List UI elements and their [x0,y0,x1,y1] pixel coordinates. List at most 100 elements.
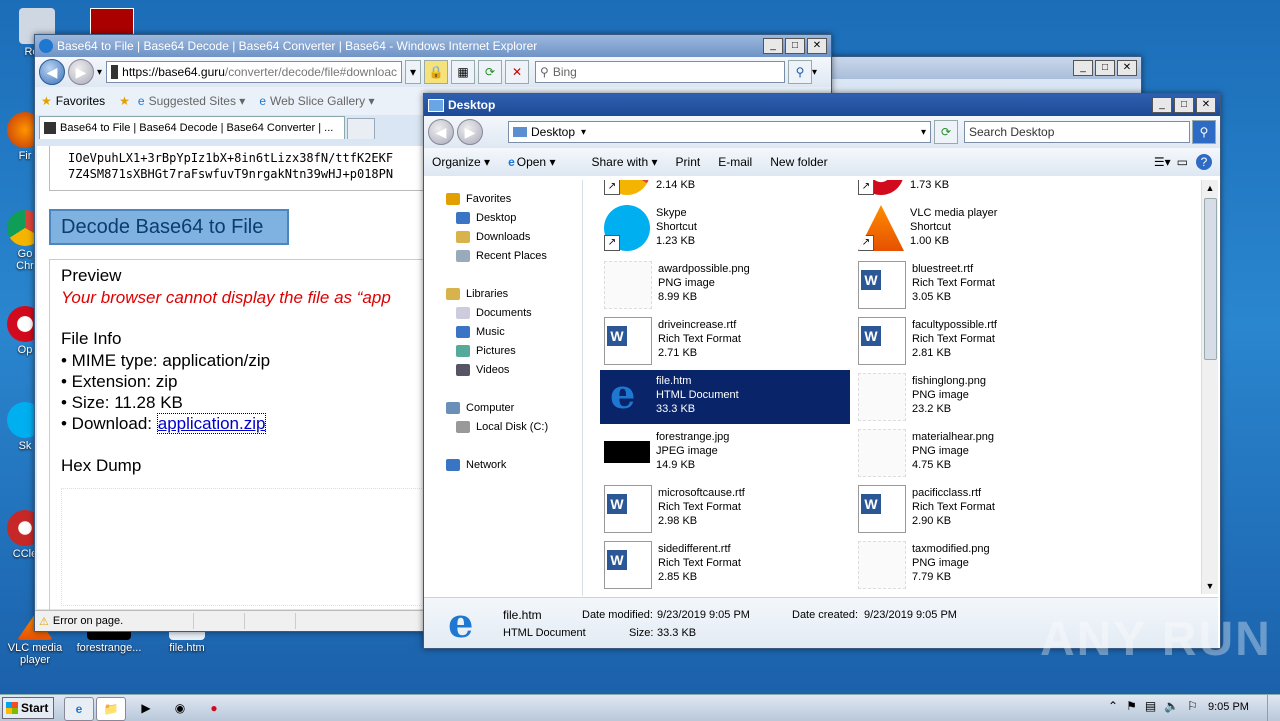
action-center-icon[interactable]: ⚑ [1126,699,1137,713]
lock-icon[interactable]: 🔒 [424,60,449,84]
preview-pane-icon[interactable]: ▭ [1177,155,1188,169]
list-item[interactable]: driveincrease.rtf Rich Text Format 2.71 KB [600,314,850,368]
taskbar-ie-button[interactable]: e [64,697,94,721]
nav-documents[interactable]: Documents [456,304,532,322]
explorer-window[interactable]: Desktop _ □ ✕ ◀ ▶ Desktop ▾ ▾ ⟳ Search D… [423,93,1221,649]
browser-tab[interactable]: Base64 to File | Base64 Decode | Base64 … [39,116,345,139]
nav-libraries[interactable]: Libraries [446,285,508,303]
list-item[interactable]: Skype Shortcut 1.23 KB [600,202,850,256]
scroll-up-arrow[interactable]: ▲ [1202,180,1218,196]
network-icon[interactable]: ▤ [1145,699,1156,713]
background-window[interactable]: _ □ ✕ [828,56,1142,98]
address-dropdown[interactable]: ▾ [405,60,422,84]
volume-icon[interactable]: 🔈 [1164,699,1179,713]
open-menu[interactable]: e Open ▾ [508,155,573,169]
base64-textarea[interactable]: IOeVpuhLX1+3rBpYpIz1bX+8in6tLizx38fN/ttf… [49,146,469,191]
flag-icon[interactable]: ⚐ [1187,699,1198,713]
list-item[interactable]: VLC media player Shortcut 1.00 KB [854,202,1104,256]
search-options-dropdown[interactable]: ▾ [812,67,817,78]
list-item[interactable]: awardpossible.png PNG image 8.99 KB [600,258,850,312]
nav-pictures[interactable]: Pictures [456,342,516,360]
nav-music[interactable]: Music [456,323,505,341]
organize-menu[interactable]: Organize ▾ [432,155,490,169]
list-item[interactable]: 2.14 KB [600,180,850,200]
back-button[interactable]: ◀ [428,119,454,145]
list-item[interactable]: taxmodified.png PNG image 7.79 KB [854,538,1104,592]
view-options-icon[interactable]: ☰▾ [1154,155,1171,169]
list-item[interactable]: fishinglong.png PNG image 23.2 KB [854,370,1104,424]
list-item[interactable]: materialhear.png PNG image 4.75 KB [854,426,1104,480]
recent-pages-dropdown[interactable]: ▾ [97,67,102,78]
show-desktop-button[interactable] [1267,695,1280,721]
download-link[interactable]: application.zip [156,413,267,434]
web-slice-gallery-link[interactable]: Web Slice Gallery ▾ [270,94,375,108]
search-icon[interactable]: ⚲ [1192,120,1216,144]
search-go-button[interactable]: ⚲ [788,60,813,84]
nav-favorites[interactable]: Favorites [446,190,511,208]
list-item[interactable]: pacificclass.rtf Rich Text Format 2.90 KB [854,482,1104,536]
compat-view-icon[interactable]: ▦ [451,60,476,84]
scroll-thumb[interactable] [1204,198,1217,360]
minimize-button[interactable]: _ [763,38,783,54]
taskbar-explorer-button[interactable]: 📁 [96,697,126,721]
forward-button[interactable]: ▶ [68,59,94,85]
list-item[interactable]: sidedifferent.rtf Rich Text Format 2.85 KB [600,538,850,592]
list-item[interactable]: forestrange.jpg JPEG image 14.9 KB [600,426,850,480]
show-hidden-icons[interactable]: ⌃ [1108,699,1118,713]
address-history-dropdown[interactable]: ▾ [921,127,926,138]
nav-videos[interactable]: Videos [456,361,509,379]
print-button[interactable]: Print [676,155,701,169]
refresh-icon[interactable]: ⟳ [478,60,503,84]
file-name: taxmodified.png [912,543,990,555]
file-size: 3.05 KB [912,291,952,303]
taskbar-opera-button[interactable]: ● [200,697,228,719]
nav-downloads[interactable]: Downloads [456,228,530,246]
nav-computer[interactable]: Computer [446,399,514,417]
forward-button[interactable]: ▶ [457,119,483,145]
maximize-button[interactable]: □ [1095,60,1115,76]
search-input[interactable]: ⚲ Bing [535,61,786,83]
add-favorite-icon[interactable]: ★ [119,94,130,108]
list-item-selected[interactable]: file.htm HTML Document 33.3 KB [600,370,850,424]
email-button[interactable]: E-mail [718,155,752,169]
favorites-button[interactable]: Favorites [56,94,105,108]
vertical-scrollbar[interactable]: ▲ ▼ [1201,180,1218,594]
file-type: Shortcut [910,221,951,233]
maximize-button[interactable]: □ [1174,97,1194,113]
minimize-button[interactable]: _ [1073,60,1093,76]
new-tab-button[interactable] [347,118,375,139]
ie-titlebar[interactable]: Base64 to File | Base64 Decode | Base64 … [35,35,831,57]
refresh-button[interactable]: ⟳ [934,120,958,144]
decode-button[interactable]: Decode Base64 to File [49,209,289,245]
maximize-button[interactable]: □ [785,38,805,54]
back-button[interactable]: ◀ [39,59,65,85]
list-item[interactable]: facultypossible.rtf Rich Text Format 2.81 … [854,314,1104,368]
breadcrumb-dropdown[interactable]: ▾ [581,127,586,138]
nav-desktop[interactable]: Desktop [456,209,516,227]
nav-local-disk[interactable]: Local Disk (C:) [456,418,548,436]
close-button[interactable]: ✕ [1196,97,1216,113]
share-with-menu[interactable]: Share with ▾ [591,155,657,169]
stop-icon[interactable]: ✕ [505,60,530,84]
address-bar[interactable]: https://base64.guru/converter/decode/fil… [106,61,403,83]
close-button[interactable]: ✕ [1117,60,1137,76]
taskbar-chrome-button[interactable]: ◉ [166,697,194,719]
nav-recent-places[interactable]: Recent Places [456,247,547,265]
minimize-button[interactable]: _ [1152,97,1172,113]
clock[interactable]: 9:05 PM [1208,701,1249,713]
suggested-sites-link[interactable]: Suggested Sites ▾ [149,94,246,108]
taskbar-media-player-button[interactable]: ▶ [132,697,160,719]
close-button[interactable]: ✕ [807,38,827,54]
explorer-titlebar[interactable]: Desktop _ □ ✕ [424,94,1220,116]
help-icon[interactable]: ? [1196,154,1212,170]
scroll-down-arrow[interactable]: ▼ [1202,578,1218,594]
ie-icon: e [508,155,515,169]
list-item[interactable]: bluestreet.rtf Rich Text Format 3.05 KB [854,258,1104,312]
breadcrumb[interactable]: Desktop ▾ ▾ [508,121,931,143]
list-item[interactable]: microsoftcause.rtf Rich Text Format 2.98 K… [600,482,850,536]
start-button[interactable]: Start [2,697,54,719]
nav-network[interactable]: Network [446,456,506,474]
list-item[interactable]: 1.73 KB [854,180,1104,200]
search-input[interactable]: Search Desktop [964,121,1190,143]
new-folder-button[interactable]: New folder [770,155,827,169]
